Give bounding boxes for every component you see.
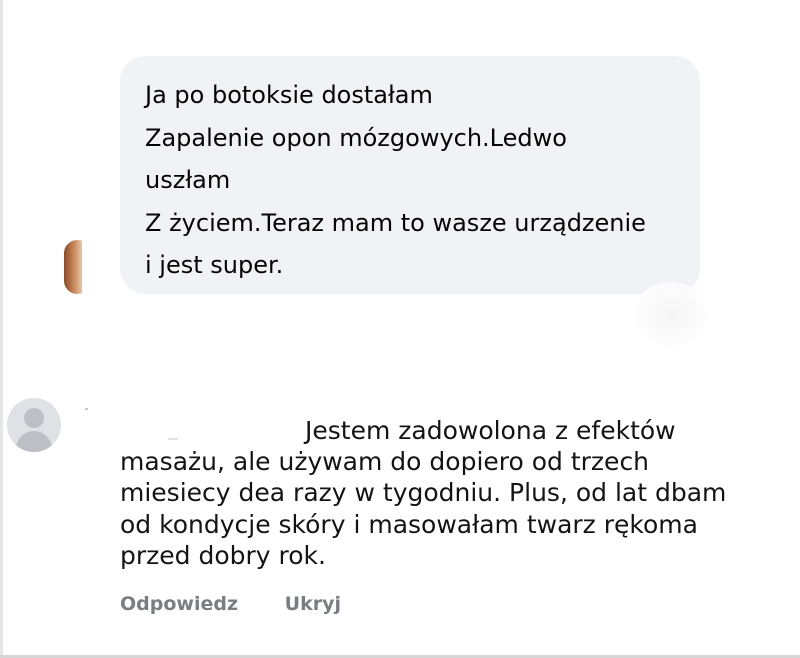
comment-line: uszłam: [145, 166, 231, 194]
reply-line: przed dobry rok.: [120, 540, 326, 570]
reply-line: masażu, ale używam do dopiero od trzech: [120, 447, 650, 477]
comment-line: Z życiem.Teraz mam to wasze urządzenie: [145, 208, 646, 237]
reply-button[interactable]: Odpowiedz: [120, 593, 238, 615]
reply-comment-text: Jestem zadowolona z efektów masażu, ale …: [120, 415, 760, 571]
hide-button[interactable]: Ukryj: [285, 593, 341, 615]
default-avatar-icon[interactable]: [7, 398, 61, 452]
reply-line: miesiecy dea razy w tygodniu. Plus, od l…: [120, 478, 727, 508]
comment-actions: Odpowiedz Ukryj: [120, 593, 341, 615]
redacted-name-mark: [85, 408, 88, 410]
left-border: [0, 0, 3, 658]
comment-line: Ja po botoksie dostałam: [145, 81, 433, 109]
comment-line: Zapalenie opon mózgowych.Ledwo: [145, 123, 567, 152]
reply-line: od kondycje skóry i masowałam twarz ręko…: [120, 509, 698, 539]
comment-line: i jest super.: [145, 251, 284, 279]
comment-bubble: Ja po botoksie dostałam Zapalenie opon m…: [120, 56, 700, 294]
commenter-avatar[interactable]: [64, 240, 98, 294]
reaction-placeholder: [634, 282, 708, 346]
avatar-shoulders: [16, 431, 52, 452]
reply-line: Jestem zadowolona z efektów: [305, 416, 676, 445]
avatar-head: [24, 408, 44, 428]
